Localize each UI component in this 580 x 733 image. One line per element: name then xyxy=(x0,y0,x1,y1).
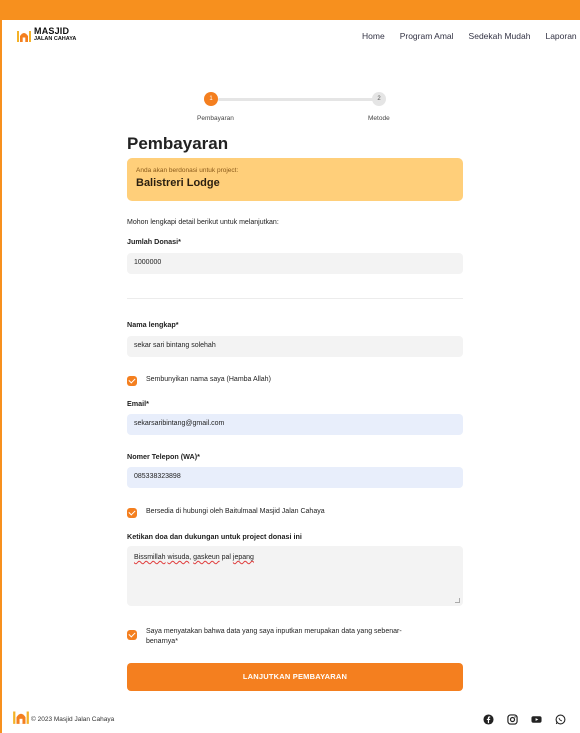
stepper-line xyxy=(218,98,378,101)
step-2-indicator: 2 xyxy=(372,92,386,106)
brand-subname: JALAN CAHAYA xyxy=(34,36,77,43)
name-label: Nama lengkap* xyxy=(127,320,179,329)
contact-consent-row: Bersedia di hubungi oleh Baitulmaal Masj… xyxy=(127,508,325,518)
nav-home[interactable]: Home xyxy=(362,31,385,41)
main-nav: Home Program Amal Sedekah Mudah Laporan xyxy=(362,31,580,41)
page-title: Pembayaran xyxy=(127,134,229,153)
step-1-indicator: 1 xyxy=(204,92,218,106)
declaration-line-1: Saya menyatakan bahwa data yang saya inp… xyxy=(146,628,402,635)
footer-mosque-icon xyxy=(13,711,29,724)
prayer-word: gaskeun xyxy=(193,554,220,561)
hide-name-label: Sembunyikan nama saya (Hamba Allah) xyxy=(146,376,271,383)
contact-consent-label: Bersedia di hubungi oleh Baitulmaal Masj… xyxy=(146,508,325,515)
step-2-label: Metode xyxy=(368,115,390,122)
prayer-label: Ketikan doa dan dukungan untuk project d… xyxy=(127,532,302,541)
continue-payment-button[interactable]: LANJUTKAN PEMBAYARAN xyxy=(127,663,463,691)
amount-label: Jumlah Donasi* xyxy=(127,237,181,246)
payment-stepper: 1 2 Pembayaran Metode xyxy=(197,92,390,122)
email-label: Email* xyxy=(127,399,149,408)
project-name: Balistreri Lodge xyxy=(136,177,220,189)
declaration-checkbox[interactable] xyxy=(127,630,137,640)
prayer-word: wisuda xyxy=(167,554,190,561)
nav-laporan[interactable]: Laporan xyxy=(545,31,576,41)
hide-name-checkbox[interactable] xyxy=(127,376,137,386)
step-1-label: Pembayaran xyxy=(197,115,234,122)
declaration-line-2: benarnya* xyxy=(146,638,178,645)
phone-label: Nomer Telepon (WA)* xyxy=(127,452,200,461)
hide-name-row: Sembunyikan nama saya (Hamba Allah) xyxy=(127,376,271,386)
brand-name: MASJID xyxy=(34,26,70,37)
mosque-icon xyxy=(17,31,31,42)
project-intro: Anda akan berdonasi untuk project: xyxy=(136,167,239,174)
site-header: MASJID JALAN CAHAYA Home Program Amal Se… xyxy=(0,20,580,54)
nav-program-amal[interactable]: Program Amal xyxy=(400,31,454,41)
facebook-icon[interactable] xyxy=(483,712,494,725)
contact-consent-checkbox[interactable] xyxy=(127,508,137,518)
amount-input[interactable]: 1000000 xyxy=(127,253,463,274)
nav-sedekah-mudah[interactable]: Sedekah Mudah xyxy=(469,31,531,41)
instagram-icon[interactable] xyxy=(507,712,518,725)
textarea-resize-handle[interactable] xyxy=(455,598,460,603)
project-info-box: Anda akan berdonasi untuk project: Balis… xyxy=(127,158,463,201)
section-divider xyxy=(127,298,463,299)
footer-copyright: © 2023 Masjid Jalan Cahaya xyxy=(31,716,115,723)
youtube-icon[interactable] xyxy=(531,712,542,723)
prayer-word: pal xyxy=(221,554,231,561)
prayer-word: Bissmillah xyxy=(134,554,166,561)
site-logo[interactable]: MASJID JALAN CAHAYA xyxy=(16,27,76,43)
declaration-row: Saya menyatakan bahwa data yang saya inp… xyxy=(127,627,402,647)
name-input[interactable]: sekar sari bintang solehah xyxy=(127,336,463,357)
email-input[interactable]: sekarsaribintang@gmail.com xyxy=(127,414,463,435)
phone-input[interactable]: 085338323898 xyxy=(127,467,463,488)
prayer-word: jepang xyxy=(232,554,254,561)
social-links xyxy=(483,712,579,725)
whatsapp-icon[interactable] xyxy=(555,712,566,725)
form-instructions: Mohon lengkapi detail berikut untuk mela… xyxy=(127,219,279,226)
prayer-textarea[interactable]: Bissmillah wisuda, gaskeun pal jepang xyxy=(127,546,463,606)
